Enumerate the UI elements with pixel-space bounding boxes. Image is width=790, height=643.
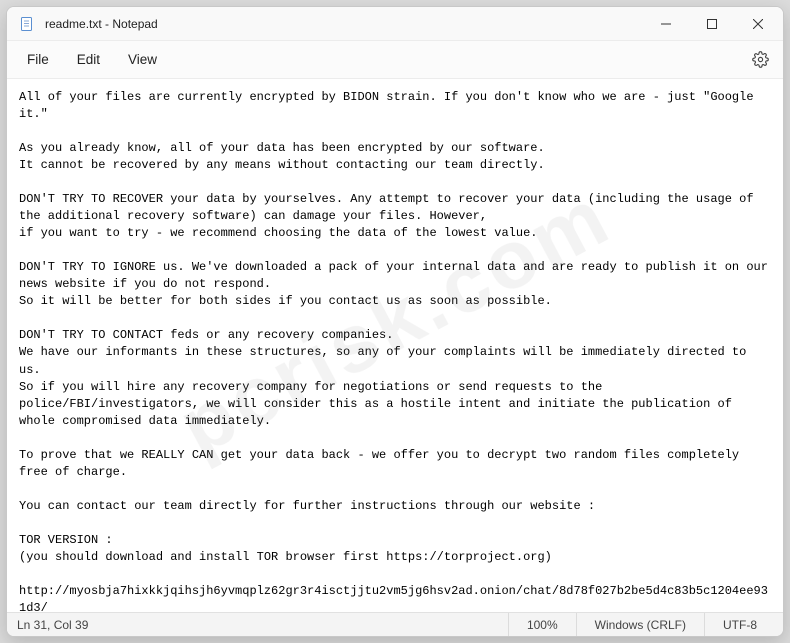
status-position: Ln 31, Col 39 — [15, 613, 106, 636]
settings-button[interactable] — [743, 43, 777, 77]
window-controls — [643, 7, 781, 40]
text-editor[interactable]: All of your files are currently encrypte… — [7, 79, 783, 612]
menu-file[interactable]: File — [13, 46, 63, 73]
statusbar: Ln 31, Col 39 100% Windows (CRLF) UTF-8 — [7, 612, 783, 636]
notepad-window: readme.txt - Notepad File Edit View All … — [6, 6, 784, 637]
window-title: readme.txt - Notepad — [45, 17, 158, 31]
minimize-button[interactable] — [643, 7, 689, 40]
maximize-button[interactable] — [689, 7, 735, 40]
titlebar[interactable]: readme.txt - Notepad — [7, 7, 783, 41]
notepad-icon — [19, 16, 35, 32]
menu-edit[interactable]: Edit — [63, 46, 114, 73]
status-encoding: UTF-8 — [704, 613, 775, 636]
menu-view[interactable]: View — [114, 46, 171, 73]
status-zoom[interactable]: 100% — [508, 613, 576, 636]
status-line-ending: Windows (CRLF) — [576, 613, 704, 636]
menubar: File Edit View — [7, 41, 783, 79]
close-button[interactable] — [735, 7, 781, 40]
